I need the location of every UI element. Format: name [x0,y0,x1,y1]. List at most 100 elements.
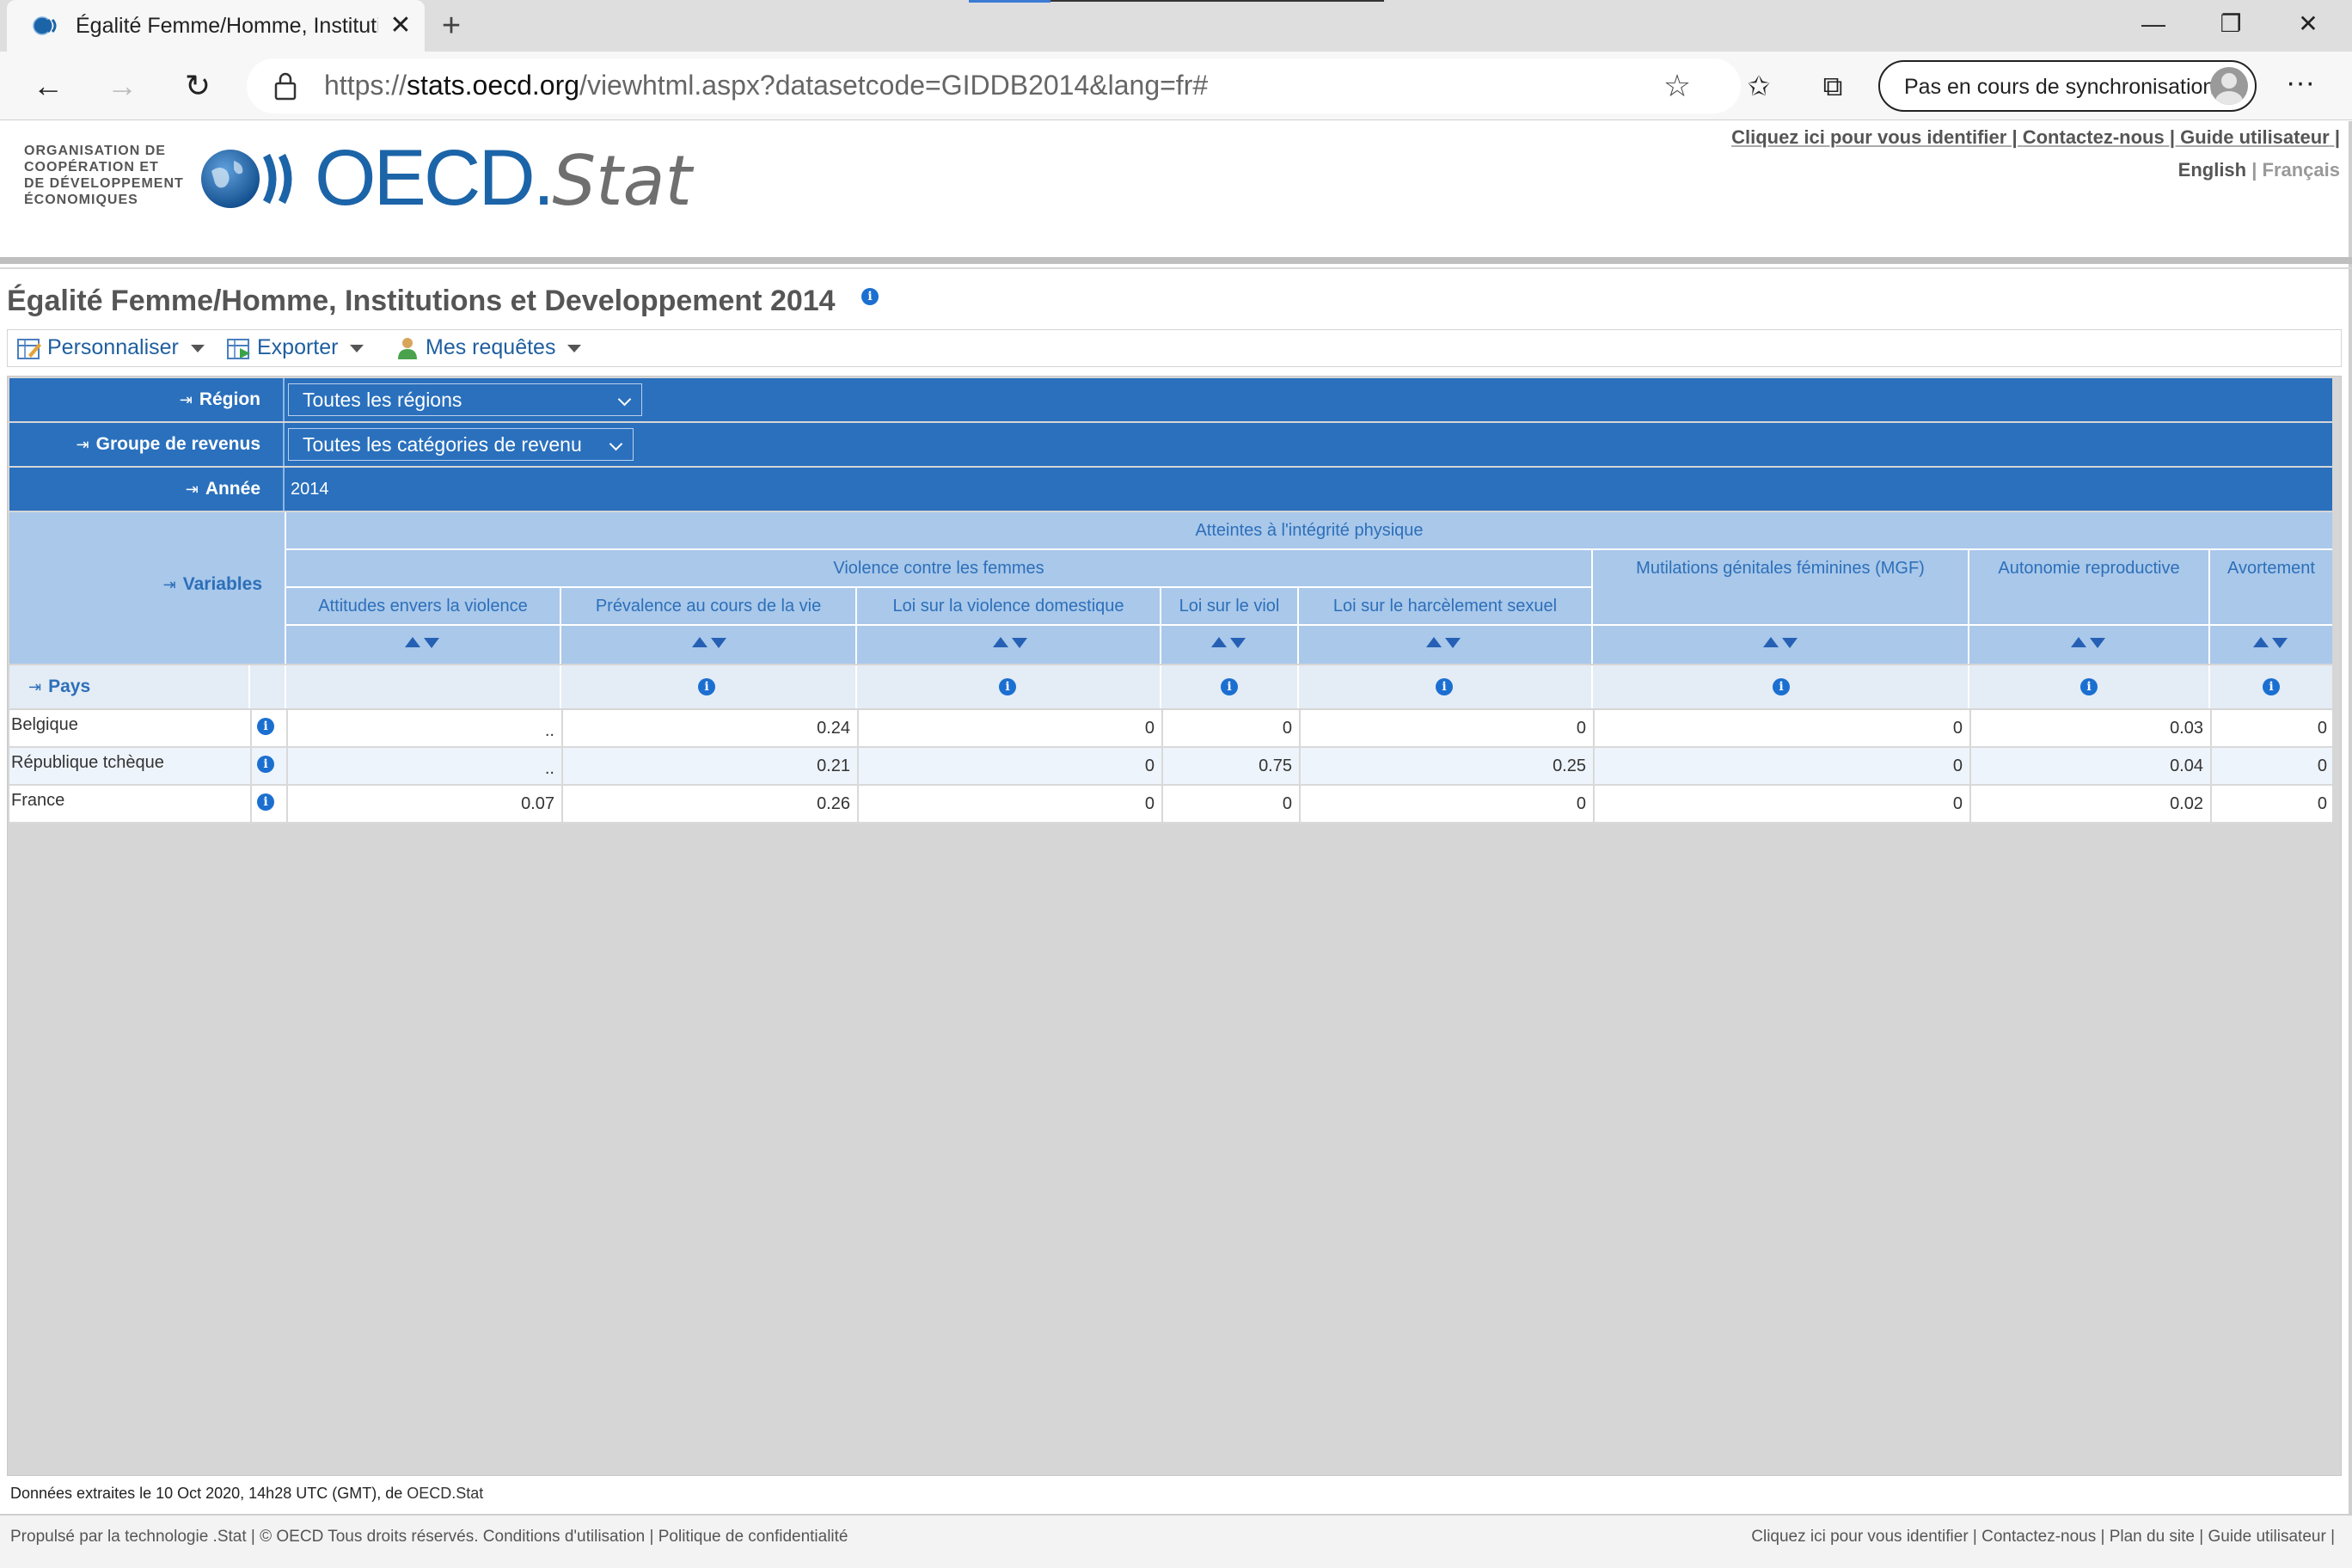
region-select[interactable]: Toutes les régions [288,383,642,416]
column-header[interactable]: Avortement [2210,550,2332,586]
column-header[interactable]: Autonomie reproductive [1969,550,2208,586]
table-cell: 0.02 [2170,794,2203,813]
footer-right-links[interactable]: Cliquez ici pour vous identifier | Conta… [1751,1528,2335,1547]
sort-control[interactable] [1426,634,1461,652]
column-info-icon[interactable]: i [999,678,1016,695]
sort-control[interactable] [1763,634,1798,652]
forward-icon[interactable]: → [100,64,144,108]
column-header[interactable]: Prévalence au cours de la vie [561,588,855,624]
collections-icon[interactable]: ⧉ [1810,64,1855,108]
income-select[interactable]: Toutes les catégories de revenu [288,428,634,461]
variables-header-cell[interactable]: ⇥ Variables [9,512,285,664]
pivot-icon: ⇥ [185,481,199,498]
column-header[interactable]: Loi sur la violence domestique [857,588,1160,624]
tab-close-icon[interactable]: ✕ [385,10,416,41]
sort-ascending-icon[interactable] [2071,637,2086,647]
sync-button[interactable]: Pas en cours de synchronisation [1878,60,2257,112]
country-name[interactable]: République tchèque [9,748,247,784]
window-close-icon[interactable]: ✕ [2269,0,2347,48]
pays-header-cell[interactable]: ⇥ Pays [28,677,90,697]
new-tab-icon[interactable]: + [434,9,469,43]
lang-english-link[interactable]: English [2178,159,2246,181]
table-cell: 0 [2317,794,2327,813]
table-cell: 0.03 [2170,719,2203,738]
favorites-icon[interactable]: ✩ [1736,64,1781,108]
sort-descending-icon[interactable] [1230,638,1246,648]
sort-ascending-icon[interactable] [692,637,707,647]
sort-ascending-icon[interactable] [1426,637,1442,647]
login-link[interactable]: Cliquez ici pour vous identifier [1731,126,2006,148]
column-header[interactable]: Loi sur le harcèlement sexuel [1299,588,1591,624]
sort-descending-icon[interactable] [711,638,726,648]
back-icon[interactable]: ← [26,64,70,108]
sort-control[interactable] [692,634,726,652]
table-cell: 0.75 [1259,756,1292,775]
column-header[interactable]: Attitudes envers la violence [286,588,560,624]
country-info-icon[interactable]: i [257,718,274,735]
row-divider [560,665,561,708]
row-divider [1297,665,1299,708]
url-text[interactable]: https://stats.oecd.org/viewhtml.aspx?dat… [324,70,1208,101]
sort-control[interactable] [405,634,439,652]
more-menu-icon[interactable]: ··· [2278,64,2323,108]
address-bar[interactable]: https://stats.oecd.org/viewhtml.aspx?dat… [247,58,1741,113]
browser-tab[interactable]: Égalité Femme/Homme, Institutio ✕ [7,0,425,52]
column-info-icon[interactable]: i [1773,678,1790,695]
column-info-icon[interactable]: i [2080,678,2098,695]
toolbar: Personnaliser Exporter Mes requêtes [7,329,2342,367]
refresh-icon[interactable]: ↻ [175,64,220,108]
income-filter-label[interactable]: ⇥ Groupe de revenus [9,423,285,466]
restore-icon[interactable]: ❐ [2192,0,2269,48]
column-info-icon[interactable]: i [2263,678,2280,695]
country-info-icon[interactable]: i [257,793,274,811]
filter-row-income: ⇥ Groupe de revenus Toutes les catégories… [9,423,2332,466]
sort-ascending-icon[interactable] [993,637,1008,647]
lang-french-link[interactable]: Français [2263,159,2341,181]
country-info-icon[interactable]: i [257,756,274,773]
favorite-star-icon[interactable]: ☆ [1657,65,1698,107]
year-filter-label[interactable]: ⇥ Année [9,468,285,511]
column-header[interactable]: Loi sur le viol [1161,588,1297,624]
country-name[interactable]: France [9,786,247,822]
column-info-icon[interactable]: i [698,678,715,695]
user-guide-link[interactable]: Guide utilisateur [2180,126,2330,148]
my-queries-menu-button[interactable]: Mes requêtes [395,335,582,363]
sort-descending-icon[interactable] [424,638,439,648]
cell-divider [1299,786,1301,824]
sort-descending-icon[interactable] [1782,638,1798,648]
sort-descending-icon[interactable] [2272,638,2288,648]
table-cell: 0.26 [817,794,850,813]
sort-ascending-icon[interactable] [1211,637,1227,647]
sort-control[interactable] [1211,634,1246,652]
oecd-stat-logo[interactable]: OECD.Stat [315,135,692,224]
oecd-stat-link[interactable]: OECD.Stat [407,1485,483,1502]
sort-descending-icon[interactable] [1445,638,1461,648]
sort-ascending-icon[interactable] [1763,637,1779,647]
sort-descending-icon[interactable] [2090,638,2105,648]
year-value: 2014 [291,480,329,499]
user-queries-icon [398,338,417,360]
sort-descending-icon[interactable] [1012,638,1027,648]
minimize-icon[interactable]: — [2115,0,2192,48]
column-header[interactable]: Mutilations génitales féminines (MGF) [1593,550,1968,586]
sort-ascending-icon[interactable] [405,637,420,647]
browser-navbar: ← → ↻ https://stats.oecd.org/viewhtml.as… [0,52,2352,120]
customize-menu-button[interactable]: Personnaliser [16,335,205,363]
title-info-icon[interactable]: i [861,288,879,305]
oecd-globe-logo-icon[interactable] [199,145,303,212]
header-divider [1968,550,1969,664]
column-info-icon[interactable]: i [1436,678,1453,695]
sort-control[interactable] [2071,634,2105,652]
row-divider [855,665,857,708]
column-info-icon[interactable]: i [1221,678,1238,695]
country-name[interactable]: Belgique [9,710,247,746]
sort-control[interactable] [993,634,1027,652]
footer-left-links[interactable]: Propulsé par la technologie .Stat | © OE… [10,1528,848,1547]
contact-link[interactable]: Contactez-nous [2023,126,2165,148]
sort-control[interactable] [2253,634,2288,652]
row-divider [285,665,286,708]
region-filter-label[interactable]: ⇥ Région [9,378,285,421]
lock-icon [274,72,297,101]
export-menu-button[interactable]: Exporter [226,335,364,363]
sort-ascending-icon[interactable] [2253,637,2269,647]
